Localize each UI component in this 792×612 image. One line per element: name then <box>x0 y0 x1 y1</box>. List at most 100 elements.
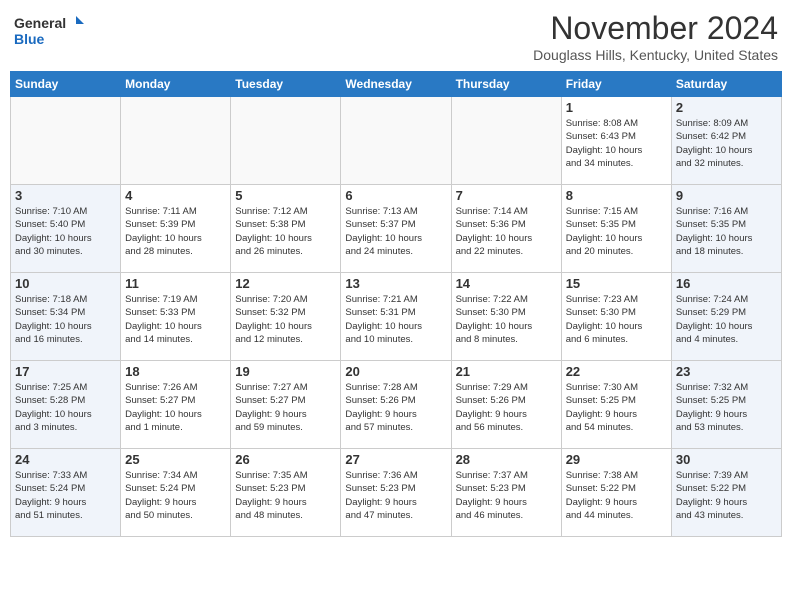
calendar-week-1: 1Sunrise: 8:08 AM Sunset: 6:43 PM Daylig… <box>11 97 782 185</box>
day-number: 10 <box>15 276 116 291</box>
calendar-cell: 5 Sunrise: 7:12 AM Sunset: 5:38 PM Daylig… <box>231 185 341 273</box>
calendar-cell: 21 Sunrise: 7:29 AM Sunset: 5:26 PM Dayli… <box>451 361 561 449</box>
calendar-cell: 10 Sunrise: 7:18 AM Sunset: 5:34 PM Dayli… <box>11 273 121 361</box>
day-info: Sunrise: 7:32 AM Sunset: 5:25 PM Dayligh… <box>676 381 777 434</box>
calendar-cell: 30 Sunrise: 7:39 AM Sunset: 5:22 PM Dayli… <box>671 449 781 537</box>
day-number: 2 <box>676 100 777 115</box>
day-info: Sunrise: 7:18 AM Sunset: 5:34 PM Dayligh… <box>15 293 116 346</box>
day-number: 20 <box>345 364 446 379</box>
calendar-week-4: 17 Sunrise: 7:25 AM Sunset: 5:28 PM Dayli… <box>11 361 782 449</box>
svg-text:Blue: Blue <box>14 31 45 47</box>
col-header-tuesday: Tuesday <box>231 72 341 97</box>
day-number: 7 <box>456 188 557 203</box>
day-number: 5 <box>235 188 336 203</box>
calendar-cell <box>231 97 341 185</box>
day-info: Sunrise: 8:08 AM Sunset: 6:43 PM Dayligh… <box>566 117 667 170</box>
day-info: Sunrise: 7:36 AM Sunset: 5:23 PM Dayligh… <box>345 469 446 522</box>
calendar-cell: 16 Sunrise: 7:24 AM Sunset: 5:29 PM Dayli… <box>671 273 781 361</box>
calendar-cell: 24 Sunrise: 7:33 AM Sunset: 5:24 PM Dayli… <box>11 449 121 537</box>
calendar-cell: 26 Sunrise: 7:35 AM Sunset: 5:23 PM Dayli… <box>231 449 341 537</box>
day-info: Sunrise: 7:15 AM Sunset: 5:35 PM Dayligh… <box>566 205 667 258</box>
calendar-cell: 25 Sunrise: 7:34 AM Sunset: 5:24 PM Dayli… <box>121 449 231 537</box>
col-header-saturday: Saturday <box>671 72 781 97</box>
day-info: Sunrise: 7:10 AM Sunset: 5:40 PM Dayligh… <box>15 205 116 258</box>
calendar-header-row: SundayMondayTuesdayWednesdayThursdayFrid… <box>11 72 782 97</box>
day-info: Sunrise: 8:09 AM Sunset: 6:42 PM Dayligh… <box>676 117 777 170</box>
day-info: Sunrise: 7:19 AM Sunset: 5:33 PM Dayligh… <box>125 293 226 346</box>
day-number: 12 <box>235 276 336 291</box>
calendar-cell: 7 Sunrise: 7:14 AM Sunset: 5:36 PM Daylig… <box>451 185 561 273</box>
day-number: 14 <box>456 276 557 291</box>
day-number: 30 <box>676 452 777 467</box>
day-number: 4 <box>125 188 226 203</box>
location: Douglass Hills, Kentucky, United States <box>533 47 778 63</box>
day-number: 3 <box>15 188 116 203</box>
day-number: 21 <box>456 364 557 379</box>
logo-svg: General Blue <box>14 10 84 50</box>
day-number: 22 <box>566 364 667 379</box>
day-info: Sunrise: 7:13 AM Sunset: 5:37 PM Dayligh… <box>345 205 446 258</box>
logo: General Blue <box>14 10 84 50</box>
calendar-cell: 18 Sunrise: 7:26 AM Sunset: 5:27 PM Dayli… <box>121 361 231 449</box>
calendar-cell <box>121 97 231 185</box>
day-number: 27 <box>345 452 446 467</box>
col-header-monday: Monday <box>121 72 231 97</box>
day-info: Sunrise: 7:20 AM Sunset: 5:32 PM Dayligh… <box>235 293 336 346</box>
day-info: Sunrise: 7:26 AM Sunset: 5:27 PM Dayligh… <box>125 381 226 434</box>
calendar-cell: 22Sunrise: 7:30 AM Sunset: 5:25 PM Dayli… <box>561 361 671 449</box>
calendar-week-5: 24 Sunrise: 7:33 AM Sunset: 5:24 PM Dayli… <box>11 449 782 537</box>
day-number: 8 <box>566 188 667 203</box>
calendar-cell: 28Sunrise: 7:37 AM Sunset: 5:23 PM Dayli… <box>451 449 561 537</box>
day-info: Sunrise: 7:33 AM Sunset: 5:24 PM Dayligh… <box>15 469 116 522</box>
calendar-cell: 6Sunrise: 7:13 AM Sunset: 5:37 PM Daylig… <box>341 185 451 273</box>
day-info: Sunrise: 7:27 AM Sunset: 5:27 PM Dayligh… <box>235 381 336 434</box>
calendar-cell: 8 Sunrise: 7:15 AM Sunset: 5:35 PM Daylig… <box>561 185 671 273</box>
calendar-cell <box>451 97 561 185</box>
calendar-cell: 13Sunrise: 7:21 AM Sunset: 5:31 PM Dayli… <box>341 273 451 361</box>
calendar-cell <box>341 97 451 185</box>
day-info: Sunrise: 7:24 AM Sunset: 5:29 PM Dayligh… <box>676 293 777 346</box>
day-info: Sunrise: 7:34 AM Sunset: 5:24 PM Dayligh… <box>125 469 226 522</box>
calendar-cell: 23 Sunrise: 7:32 AM Sunset: 5:25 PM Dayli… <box>671 361 781 449</box>
day-info: Sunrise: 7:22 AM Sunset: 5:30 PM Dayligh… <box>456 293 557 346</box>
day-info: Sunrise: 7:25 AM Sunset: 5:28 PM Dayligh… <box>15 381 116 434</box>
day-info: Sunrise: 7:29 AM Sunset: 5:26 PM Dayligh… <box>456 381 557 434</box>
col-header-wednesday: Wednesday <box>341 72 451 97</box>
day-info: Sunrise: 7:14 AM Sunset: 5:36 PM Dayligh… <box>456 205 557 258</box>
day-number: 17 <box>15 364 116 379</box>
calendar-week-2: 3 Sunrise: 7:10 AM Sunset: 5:40 PM Daylig… <box>11 185 782 273</box>
day-number: 13 <box>345 276 446 291</box>
day-info: Sunrise: 7:39 AM Sunset: 5:22 PM Dayligh… <box>676 469 777 522</box>
day-number: 26 <box>235 452 336 467</box>
month-title: November 2024 <box>533 10 778 47</box>
calendar-cell <box>11 97 121 185</box>
col-header-sunday: Sunday <box>11 72 121 97</box>
svg-text:General: General <box>14 15 66 31</box>
day-info: Sunrise: 7:23 AM Sunset: 5:30 PM Dayligh… <box>566 293 667 346</box>
day-number: 9 <box>676 188 777 203</box>
day-number: 18 <box>125 364 226 379</box>
calendar-cell: 1Sunrise: 8:08 AM Sunset: 6:43 PM Daylig… <box>561 97 671 185</box>
calendar-cell: 27 Sunrise: 7:36 AM Sunset: 5:23 PM Dayli… <box>341 449 451 537</box>
calendar-cell: 2 Sunrise: 8:09 AM Sunset: 6:42 PM Daylig… <box>671 97 781 185</box>
day-number: 23 <box>676 364 777 379</box>
day-number: 24 <box>15 452 116 467</box>
day-number: 29 <box>566 452 667 467</box>
title-block: November 2024 Douglass Hills, Kentucky, … <box>533 10 778 63</box>
day-info: Sunrise: 7:12 AM Sunset: 5:38 PM Dayligh… <box>235 205 336 258</box>
calendar-cell: 20 Sunrise: 7:28 AM Sunset: 5:26 PM Dayli… <box>341 361 451 449</box>
col-header-thursday: Thursday <box>451 72 561 97</box>
calendar-cell: 19Sunrise: 7:27 AM Sunset: 5:27 PM Dayli… <box>231 361 341 449</box>
day-number: 16 <box>676 276 777 291</box>
day-number: 28 <box>456 452 557 467</box>
day-number: 25 <box>125 452 226 467</box>
calendar-week-3: 10 Sunrise: 7:18 AM Sunset: 5:34 PM Dayli… <box>11 273 782 361</box>
day-info: Sunrise: 7:28 AM Sunset: 5:26 PM Dayligh… <box>345 381 446 434</box>
day-number: 15 <box>566 276 667 291</box>
day-info: Sunrise: 7:35 AM Sunset: 5:23 PM Dayligh… <box>235 469 336 522</box>
calendar-cell: 14 Sunrise: 7:22 AM Sunset: 5:30 PM Dayli… <box>451 273 561 361</box>
day-info: Sunrise: 7:11 AM Sunset: 5:39 PM Dayligh… <box>125 205 226 258</box>
day-number: 11 <box>125 276 226 291</box>
calendar-table: SundayMondayTuesdayWednesdayThursdayFrid… <box>10 71 782 537</box>
day-info: Sunrise: 7:38 AM Sunset: 5:22 PM Dayligh… <box>566 469 667 522</box>
